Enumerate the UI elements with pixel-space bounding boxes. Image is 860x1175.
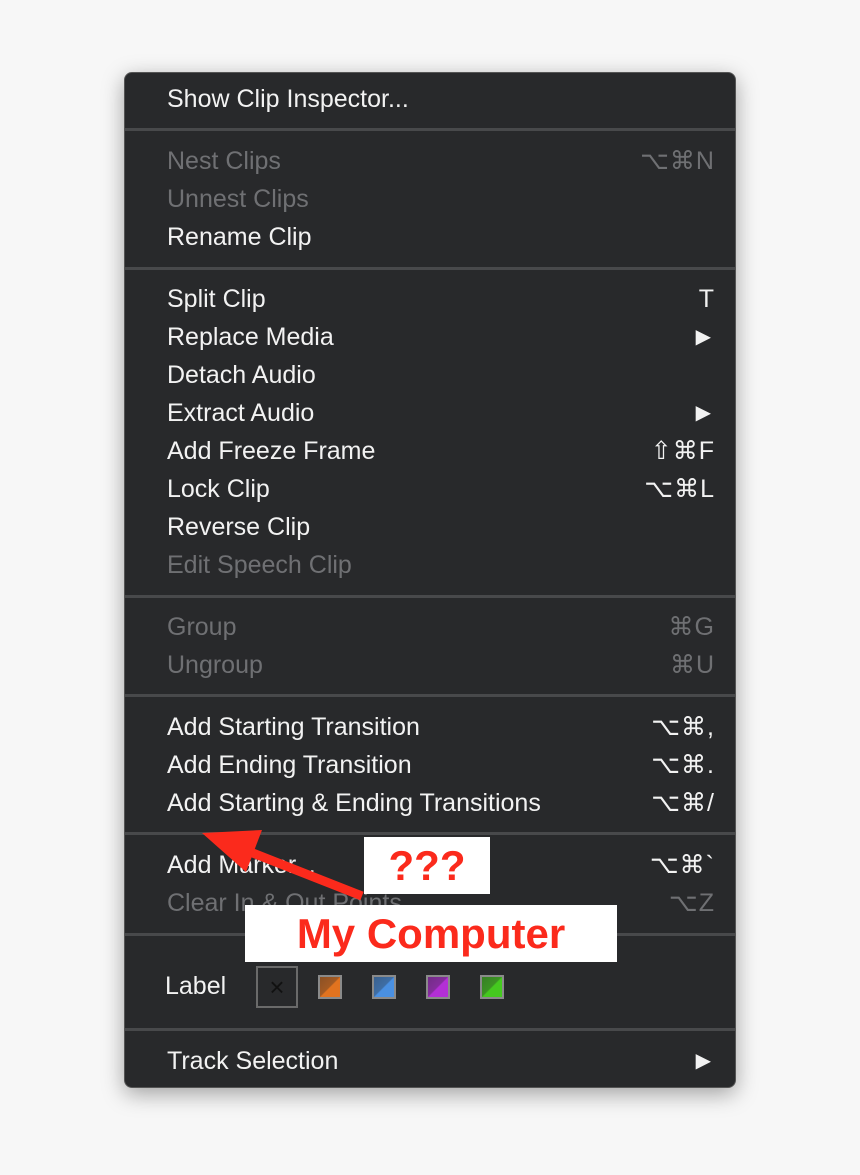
question-annotation: ??? xyxy=(364,837,490,894)
red-arrow-annotation xyxy=(202,830,364,901)
caption-annotation: My Computer xyxy=(245,905,617,962)
